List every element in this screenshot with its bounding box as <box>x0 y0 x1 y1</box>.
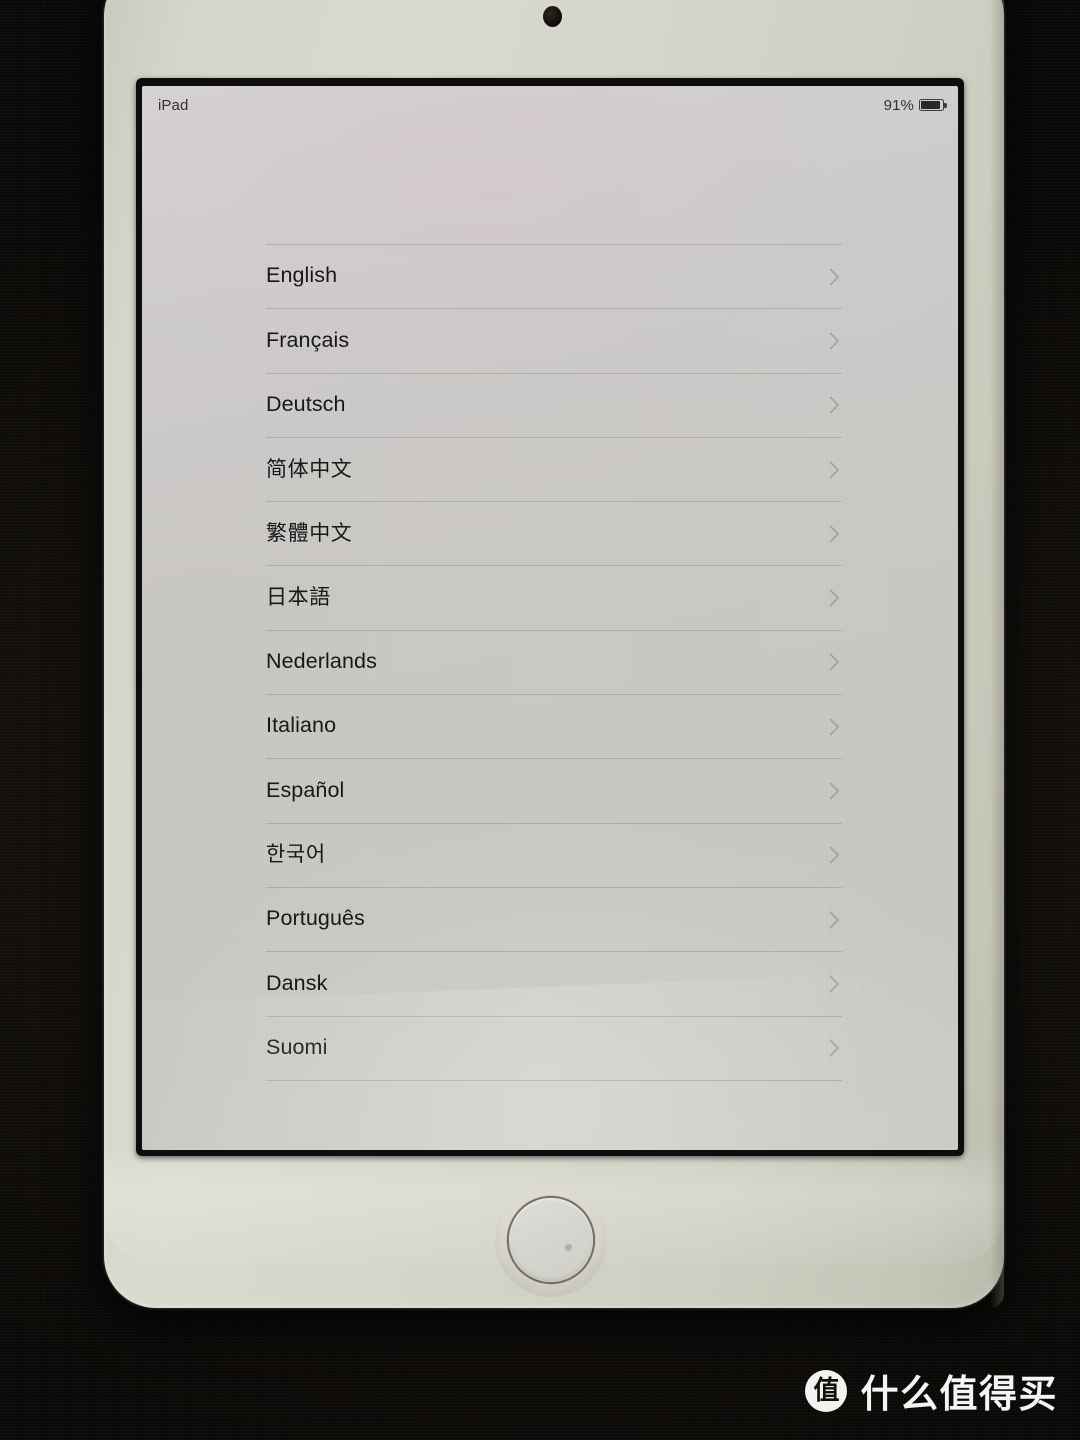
language-row[interactable]: Nederlands <box>266 629 842 694</box>
bezel-right-edge <box>990 0 1004 1308</box>
language-row[interactable]: 简体中文 <box>266 436 842 501</box>
language-row[interactable]: Italiano <box>266 694 842 758</box>
language-row[interactable]: Português <box>266 886 842 951</box>
home-button[interactable] <box>509 1198 593 1282</box>
battery-percent-label: 91% <box>883 96 914 114</box>
language-row[interactable]: 한국어 <box>266 822 842 887</box>
battery-icon <box>919 99 947 111</box>
language-row[interactable]: Deutsch <box>266 372 842 437</box>
chevron-right-icon <box>829 589 840 607</box>
chevron-right-icon <box>829 653 840 671</box>
chevron-right-icon <box>829 461 840 479</box>
chevron-right-icon <box>829 782 840 800</box>
chevron-right-icon <box>829 846 840 864</box>
language-label: Español <box>266 777 345 802</box>
watermark-badge-icon: 值 <box>805 1369 848 1412</box>
language-label: 繁體中文 <box>266 521 353 545</box>
language-row[interactable]: English <box>266 244 842 308</box>
status-bar-device-name: iPad <box>158 96 189 114</box>
language-label: Suomi <box>266 1034 328 1059</box>
status-bar-right-group: 91% <box>883 96 947 114</box>
language-row[interactable]: Dansk <box>266 951 842 1015</box>
chevron-right-icon <box>829 525 840 543</box>
watermark: 值 什么值得买 <box>805 1363 1058 1418</box>
language-row[interactable]: 繁體中文 <box>266 501 842 565</box>
home-button-glint <box>565 1244 572 1251</box>
status-bar: iPad 91% <box>142 92 958 118</box>
watermark-text: 什么值得买 <box>860 1372 1058 1416</box>
language-label: Français <box>266 327 350 352</box>
language-label: 한국어 <box>266 843 326 867</box>
chevron-right-icon <box>829 1039 840 1057</box>
language-label: 简体中文 <box>266 457 353 481</box>
language-label: Dansk <box>266 970 328 995</box>
language-label: Nederlands <box>266 649 377 674</box>
language-label: Deutsch <box>266 391 346 416</box>
battery-fill-level <box>921 101 941 109</box>
ipad-screen: iPad 91% English Français Deutsch 简体中文繁體中文日… <box>142 86 958 1150</box>
language-label: Italiano <box>266 713 337 738</box>
chevron-right-icon <box>829 396 840 414</box>
chevron-right-icon <box>829 975 840 993</box>
language-row[interactable]: 日本語 <box>266 565 842 629</box>
chevron-right-icon <box>829 911 840 929</box>
language-label: 日本語 <box>266 586 331 610</box>
chevron-right-icon <box>829 332 840 350</box>
language-row[interactable]: Español <box>266 758 842 822</box>
photo-scene: iPad 91% English Français Deutsch 简体中文繁體中文日… <box>0 0 1080 1440</box>
language-row[interactable]: Suomi <box>266 1015 842 1081</box>
language-list: English Français Deutsch 简体中文繁體中文日本語 Nederla… <box>266 244 842 1081</box>
language-label: English <box>266 263 338 288</box>
front-camera-icon <box>543 6 562 27</box>
chevron-right-icon <box>829 268 840 286</box>
chevron-right-icon <box>829 718 840 736</box>
ipad-screen-glass: iPad 91% English Français Deutsch 简体中文繁體中文日… <box>136 78 964 1156</box>
language-row[interactable]: Français <box>266 308 842 372</box>
language-label: Português <box>266 906 365 931</box>
battery-nub <box>944 103 947 108</box>
